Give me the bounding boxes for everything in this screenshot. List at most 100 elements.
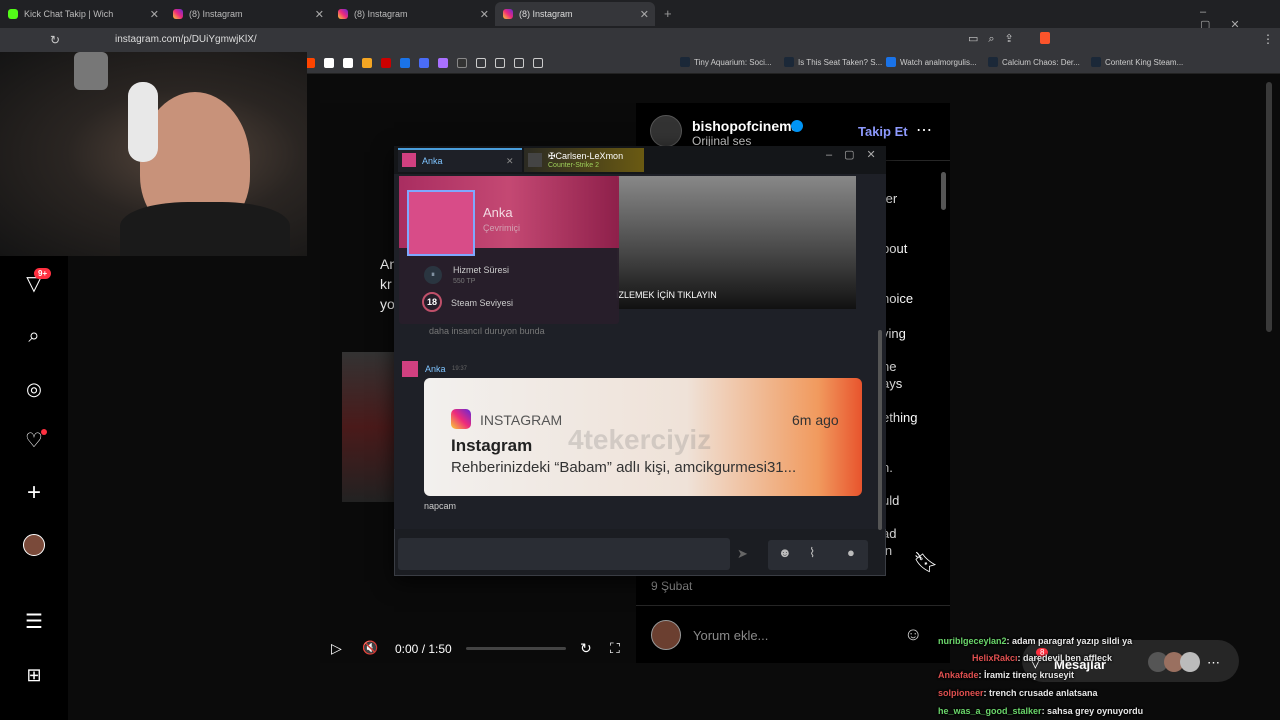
fullscreen-icon[interactable]: ⛶ xyxy=(610,640,620,657)
reload-icon[interactable]: ↻ xyxy=(50,33,60,47)
browser-tab[interactable]: (8) Instagram ✕ xyxy=(165,2,330,26)
emoticon-icon[interactable]: ☻ xyxy=(778,545,792,560)
close-icon[interactable]: ✕ xyxy=(480,8,489,21)
save-bookmark-icon[interactable]: 🔖︎ xyxy=(913,550,938,575)
bookmark-icon[interactable] xyxy=(400,58,410,68)
caption-fragment: ething xyxy=(882,410,918,425)
profile-avatar[interactable] xyxy=(23,534,45,556)
chat-text: : adam paragraf yazıp sildi ya xyxy=(1006,636,1133,646)
commenter-avatar xyxy=(651,620,681,650)
popup-avatar xyxy=(407,190,475,256)
video-frame-image xyxy=(342,352,394,502)
emoji-icon[interactable]: ☺ xyxy=(904,624,922,645)
close-icon[interactable]: ✕ xyxy=(506,156,514,167)
carlsen-avatar xyxy=(528,153,542,167)
verified-badge-icon xyxy=(791,120,803,132)
folder-icon[interactable] xyxy=(476,58,486,68)
popup-status: Çevrimiçi xyxy=(483,223,520,233)
activity-dot xyxy=(41,429,47,435)
bookmark-label: Content King Steam... xyxy=(1105,57,1184,67)
author-username[interactable]: bishopofcinema xyxy=(692,118,799,134)
steam-level-badge: 18 xyxy=(422,292,442,312)
steam-message-input[interactable] xyxy=(398,538,730,570)
create-icon[interactable]: + xyxy=(20,479,48,507)
bookmark-item[interactable]: Is This Seat Taken? S... xyxy=(784,57,882,67)
instagram-favicon-icon xyxy=(503,9,513,19)
bookmark-icon[interactable] xyxy=(362,58,372,68)
bookmark-item[interactable]: Watch analmorgulis... xyxy=(886,57,977,67)
follow-button[interactable]: Takip Et xyxy=(858,124,908,139)
browser-tab[interactable]: (8) Instagram ✕ xyxy=(330,2,495,26)
bookmark-icon[interactable] xyxy=(457,58,467,68)
message-caption: napcam xyxy=(424,501,457,511)
brave-shield-icon[interactable] xyxy=(1040,32,1050,44)
browser-tab-active[interactable]: (8) Instagram ✕ xyxy=(495,2,655,26)
attach-icon[interactable]: ⌇ xyxy=(809,545,815,561)
steam-tab-anka[interactable] xyxy=(398,148,522,172)
bookmark-label: Tiny Aquarium: Soci... xyxy=(694,57,772,67)
bookmark-item[interactable]: Tiny Aquarium: Soci... xyxy=(680,57,772,67)
voice-icon[interactable]: ● xyxy=(847,545,855,560)
notification-time: 6m ago xyxy=(792,412,839,428)
mute-icon[interactable]: 🔇 xyxy=(362,640,378,656)
service-label: Hizmet Süresi xyxy=(453,265,510,275)
bookmark-label: Is This Seat Taken? S... xyxy=(798,57,883,67)
folder-icon[interactable] xyxy=(533,58,543,68)
chat-user: he_was_a_good_stalker xyxy=(938,706,1042,716)
play-icon[interactable]: ▷ xyxy=(331,640,342,657)
instagram-favicon-icon xyxy=(338,9,348,19)
more-options-icon[interactable]: ⋯ xyxy=(916,120,932,140)
steam-icon xyxy=(1091,57,1101,67)
bookmark-icon xyxy=(886,57,896,67)
more-menu-icon[interactable]: ☰ xyxy=(20,608,48,636)
click-to-watch[interactable]: İZLEMEK İÇİN TIKLAYIN xyxy=(616,290,717,300)
service-value: 550 TP xyxy=(453,278,476,285)
toolbar-icons[interactable]: ▭⌕⇪ xyxy=(968,32,1024,46)
close-icon[interactable]: ✕ xyxy=(640,8,649,21)
comment-input[interactable]: Yorum ekle... xyxy=(693,628,768,643)
anka-avatar xyxy=(402,153,416,167)
browser-tab[interactable]: Kick Chat Takip | Wich ✕ xyxy=(0,2,165,26)
tab-label: (8) Instagram xyxy=(354,9,408,19)
chat-scrollbar[interactable] xyxy=(878,330,882,530)
close-icon[interactable]: ✕ xyxy=(150,8,159,21)
bookmark-label: Watch analmorgulis... xyxy=(900,57,977,67)
video-progress-bar[interactable] xyxy=(466,647,566,650)
chat-user: HelixRakcı xyxy=(972,653,1018,663)
new-tab-icon[interactable]: + xyxy=(664,6,672,21)
steam-icon xyxy=(988,57,998,67)
folder-icon[interactable] xyxy=(495,58,505,68)
tab-label: (8) Instagram xyxy=(519,9,573,19)
author-avatar[interactable] xyxy=(650,115,682,147)
url-input[interactable]: instagram.com/p/DUiYgmwjKlX/ xyxy=(115,34,257,45)
search-icon[interactable]: ⌕ xyxy=(20,322,48,350)
bookmark-icon[interactable] xyxy=(381,58,391,68)
folder-icon[interactable] xyxy=(514,58,524,68)
bookmark-item[interactable]: Calcium Chaos: Der... xyxy=(988,57,1080,67)
apps-icon[interactable]: ⊞ xyxy=(20,661,48,689)
close-icon[interactable]: ✕ xyxy=(315,8,324,21)
bookmark-icon[interactable] xyxy=(324,58,334,68)
chat-line: he_was_a_good_stalker: sahsa grey oynuyo… xyxy=(938,706,1143,716)
bookmark-item[interactable]: Content King Steam... xyxy=(1091,57,1183,67)
bookmark-label: Calcium Chaos: Der... xyxy=(1002,57,1080,67)
headphones xyxy=(128,82,158,162)
chat-user: Ankafade xyxy=(938,670,979,680)
menu-icon[interactable]: ⋮ xyxy=(1262,32,1274,46)
tab-label: (8) Instagram xyxy=(189,9,243,19)
sticker-character xyxy=(74,52,108,90)
faded-message: daha insancıl duruyon bunda xyxy=(429,326,545,336)
bookmark-icon[interactable] xyxy=(419,58,429,68)
notification-body: Rehberinizdeki “Babam” adlı kişi, amcikg… xyxy=(451,459,797,476)
replay-icon[interactable]: ↻ xyxy=(580,640,592,657)
bookmark-icon[interactable] xyxy=(438,58,448,68)
steam-window-controls[interactable]: –▢✕ xyxy=(826,148,888,161)
page-scrollbar[interactable] xyxy=(1266,82,1272,332)
message-author[interactable]: Anka xyxy=(425,364,446,374)
bookmark-icon[interactable] xyxy=(343,58,353,68)
chat-line: HelixRakcı: daredevil ben affleck xyxy=(972,653,1112,663)
sidebar-scrollbar[interactable] xyxy=(941,172,946,210)
explore-icon[interactable]: ◎ xyxy=(20,375,48,403)
send-icon[interactable]: ➤ xyxy=(737,546,748,562)
instagram-favicon-icon xyxy=(173,9,183,19)
